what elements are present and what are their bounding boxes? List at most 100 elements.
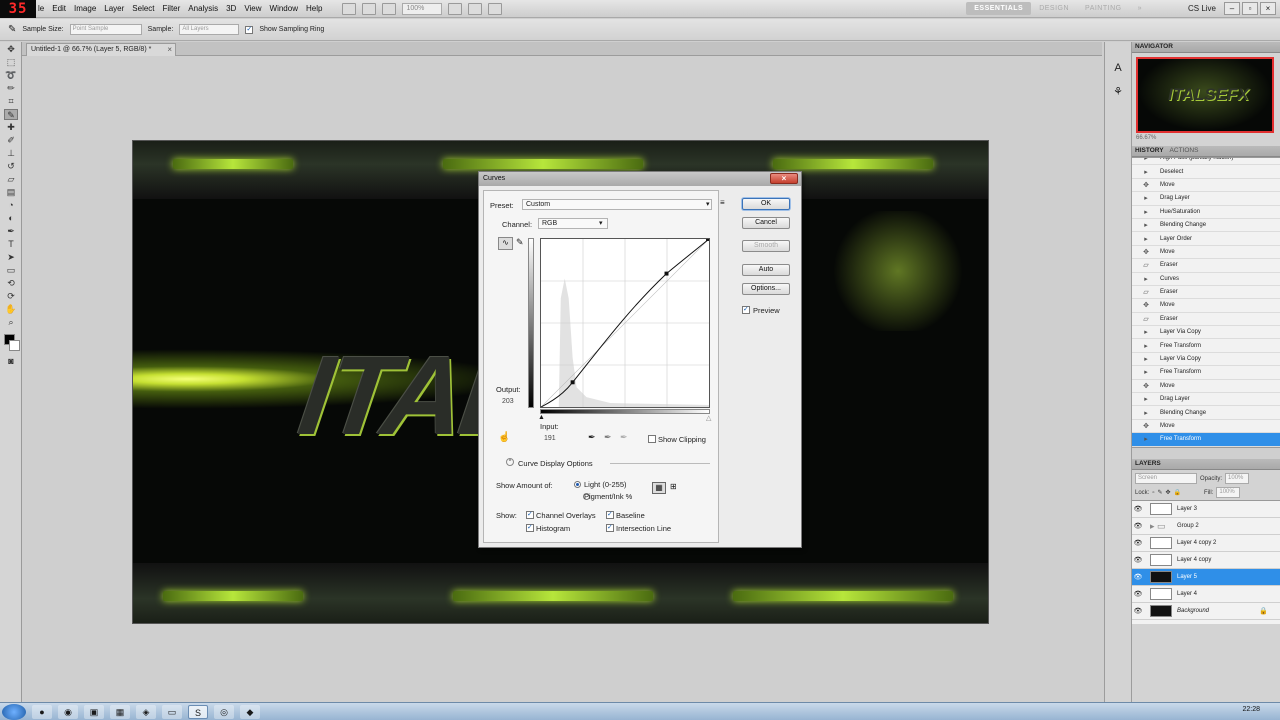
menu-3d[interactable]: 3D	[226, 4, 244, 13]
tab-layers[interactable]: LAYERS	[1135, 460, 1161, 468]
history-item[interactable]: ▱ Eraser	[1132, 313, 1280, 327]
history-brush-tool-icon[interactable]: ↺	[4, 161, 18, 172]
document-tab[interactable]: Untitled-1 @ 66.7% (Layer 5, RGB/8) * ×	[26, 43, 176, 56]
visibility-eye-icon[interactable]: 👁	[1132, 590, 1144, 598]
history-item[interactable]: ▸ Blending Change	[1132, 406, 1280, 420]
black-point-slider-icon[interactable]: ▲	[538, 414, 545, 421]
blend-mode-select[interactable]: Screen	[1135, 473, 1197, 484]
brush-tool-icon[interactable]: ✐	[4, 135, 18, 146]
gray-eyedropper-icon[interactable]: ✒	[604, 432, 612, 443]
layer-name[interactable]: Layer 4	[1177, 591, 1197, 597]
navigator-zoom[interactable]: 66.67%	[1132, 135, 1280, 146]
lock-transparent-icon[interactable]: ▫	[1152, 490, 1154, 496]
auto-button[interactable]: Auto	[742, 264, 790, 276]
tab-history[interactable]: HISTORY	[1135, 147, 1164, 155]
lock-all-icon[interactable]: 🔒	[1174, 489, 1181, 496]
preview-checkbox[interactable]	[742, 305, 750, 314]
histogram-checkbox[interactable]	[526, 523, 534, 532]
history-item[interactable]: ▸ Free Transform	[1132, 339, 1280, 353]
light-radio[interactable]	[574, 481, 581, 489]
shape-tool-icon[interactable]: ▭	[4, 265, 18, 276]
history-item[interactable]: ▸ Drag Layer	[1132, 393, 1280, 407]
lock-position-icon[interactable]: ✥	[1166, 489, 1171, 496]
expand-display-options-icon[interactable]: ^	[506, 458, 514, 466]
black-eyedropper-icon[interactable]: ✒	[588, 432, 596, 443]
gradient-tool-icon[interactable]: ▤	[4, 187, 18, 198]
baseline-checkbox[interactable]	[606, 510, 614, 519]
history-item[interactable]: ✥ Move	[1132, 380, 1280, 394]
history-item[interactable]: ▸ High Pass (partially hidden)	[1132, 158, 1280, 166]
workspace-more[interactable]: »	[1130, 2, 1150, 15]
close-window-button[interactable]: ×	[1260, 2, 1276, 15]
sample-size-select[interactable]: Point Sample	[69, 24, 142, 35]
photoshop-logo[interactable]: 35	[0, 0, 36, 18]
visibility-eye-icon[interactable]: 👁	[1132, 505, 1144, 513]
start-button[interactable]	[2, 703, 26, 720]
firefox-icon[interactable]: ●	[32, 704, 52, 719]
layer-row[interactable]: 👁 Layer 4	[1132, 586, 1280, 603]
smooth-button[interactable]: Smooth	[742, 240, 790, 252]
media-player-icon[interactable]: ◉	[58, 704, 78, 719]
on-image-adjust-icon[interactable]: ☝	[498, 432, 510, 443]
curve-draw-pencil-icon[interactable]: ✎	[516, 237, 524, 248]
white-point-slider-icon[interactable]: △	[706, 414, 711, 422]
workspace-essentials[interactable]: ESSENTIALS	[966, 2, 1032, 15]
history-item[interactable]: ✥ Move	[1132, 299, 1280, 313]
layer-row[interactable]: 👁 Layer 4 copy 2	[1132, 535, 1280, 552]
workspace-painting[interactable]: PAINTING	[1077, 2, 1130, 15]
color-swatches[interactable]	[2, 332, 20, 352]
path-selection-tool-icon[interactable]: ➤	[4, 252, 18, 263]
curve-point[interactable]	[570, 380, 575, 385]
menu-filter[interactable]: Filter	[163, 4, 189, 13]
tab-actions[interactable]: ACTIONS	[1170, 147, 1199, 155]
photoshop-icon[interactable]: ▣	[84, 704, 104, 719]
tab-navigator[interactable]: NAVIGATOR	[1135, 43, 1173, 51]
close-document-icon[interactable]: ×	[167, 45, 172, 54]
workspace-design[interactable]: DESIGN	[1031, 2, 1077, 15]
fill-input[interactable]: 100%	[1216, 487, 1241, 498]
crop-tool-icon[interactable]: ⌗	[4, 96, 18, 107]
hand-tool-icon[interactable]: ✋	[4, 304, 18, 315]
layer-row[interactable]: 👁 Layer 4 copy	[1132, 552, 1280, 569]
history-item[interactable]: ▸ Drag Layer	[1132, 192, 1280, 206]
eyedropper-tool-icon[interactable]: ✎	[4, 109, 18, 120]
history-item[interactable]: ▸ Free Transform	[1132, 366, 1280, 380]
skype-icon[interactable]: S	[188, 704, 208, 719]
quick-mask-icon[interactable]: ◙	[4, 356, 18, 367]
layer-name[interactable]: Layer 4 copy 2	[1177, 540, 1216, 546]
input-value[interactable]: 191	[544, 435, 556, 442]
history-item[interactable]: ▸ Curves	[1132, 273, 1280, 286]
cancel-button[interactable]: Cancel	[742, 217, 790, 229]
options-button[interactable]: Options...	[742, 283, 790, 295]
sample-select[interactable]: All Layers	[179, 24, 240, 35]
curve-point-selected[interactable]	[664, 271, 669, 276]
hand-tool-icon[interactable]	[448, 2, 463, 15]
simple-grid-icon[interactable]: ▦	[652, 482, 666, 494]
layer-row[interactable]: 👁 Layer 3	[1132, 501, 1280, 518]
lasso-tool-icon[interactable]: ➰	[4, 70, 18, 81]
curves-dialog-titlebar[interactable]: Curves ×	[479, 172, 801, 186]
quick-select-tool-icon[interactable]: ✏	[4, 83, 18, 94]
history-item[interactable]: ▸ Layer Via Copy	[1132, 326, 1280, 340]
opacity-input[interactable]: 100%	[1225, 473, 1250, 484]
cs-live-button[interactable]: CS Live	[1188, 4, 1216, 13]
menu-view[interactable]: View	[244, 4, 269, 13]
3d-rotate-tool-icon[interactable]: ⟲	[4, 278, 18, 289]
history-item[interactable]: ▸ Deselect	[1132, 165, 1280, 179]
curves-graph[interactable]	[540, 238, 710, 408]
mini-bridge-icon[interactable]	[362, 2, 377, 15]
curves-close-button[interactable]: ×	[770, 173, 798, 184]
channel-overlays-checkbox[interactable]	[526, 510, 534, 519]
visibility-eye-icon[interactable]: 👁	[1132, 556, 1144, 564]
zoom-level-select[interactable]: 100%	[402, 2, 443, 15]
visibility-eye-icon[interactable]: 👁	[1132, 607, 1144, 615]
clone-stamp-tool-icon[interactable]: ⊥	[4, 148, 18, 159]
history-item[interactable]: ▸ Free Transform	[1132, 433, 1280, 447]
output-value[interactable]: 203	[502, 398, 514, 405]
navigator-thumbnail[interactable]: ITALSEFX	[1136, 57, 1274, 133]
marquee-tool-icon[interactable]: ⬚	[4, 57, 18, 68]
layer-row[interactable]: 👁 Layer 5	[1132, 569, 1280, 586]
clone-source-icon[interactable]: ⚘	[1110, 84, 1126, 100]
type-tool-icon[interactable]: T	[4, 239, 18, 250]
visibility-eye-icon[interactable]: 👁	[1132, 522, 1144, 530]
